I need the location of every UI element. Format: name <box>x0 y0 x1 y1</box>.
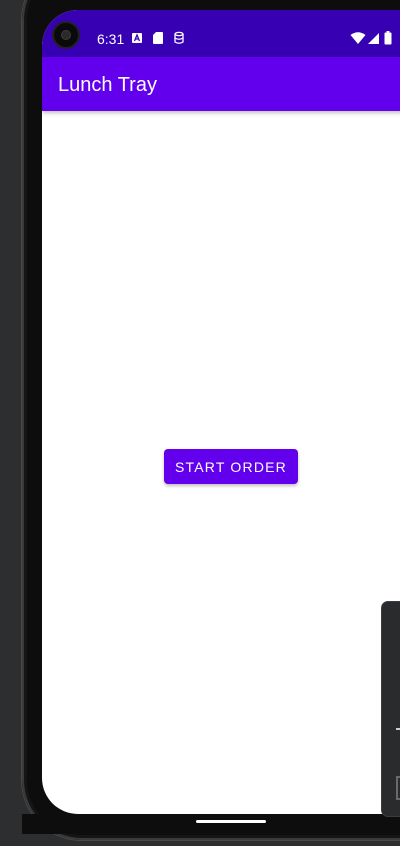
navigation-bar <box>22 814 400 834</box>
sd-card-icon <box>153 32 163 44</box>
minus-icon <box>396 728 400 730</box>
emulator-stage: 6:31 Lunch Tray START ORDER <box>0 0 400 846</box>
phone-screen: 6:31 Lunch Tray START ORDER <box>42 10 400 814</box>
app-bar: Lunch Tray <box>42 57 400 111</box>
front-camera-icon <box>54 23 78 47</box>
home-indicator[interactable] <box>196 820 266 823</box>
a-icon <box>132 33 142 43</box>
square-icon <box>396 776 400 800</box>
database-icon <box>174 31 184 44</box>
battery-icon <box>384 31 392 45</box>
status-bar: 6:31 <box>42 10 400 57</box>
status-time: 6:31 <box>97 31 125 47</box>
start-order-button[interactable]: START ORDER <box>164 449 298 484</box>
emulator-side-panel[interactable] <box>382 602 400 816</box>
signal-icon <box>368 33 379 44</box>
app-title: Lunch Tray <box>58 74 157 96</box>
wifi-icon <box>350 32 366 44</box>
